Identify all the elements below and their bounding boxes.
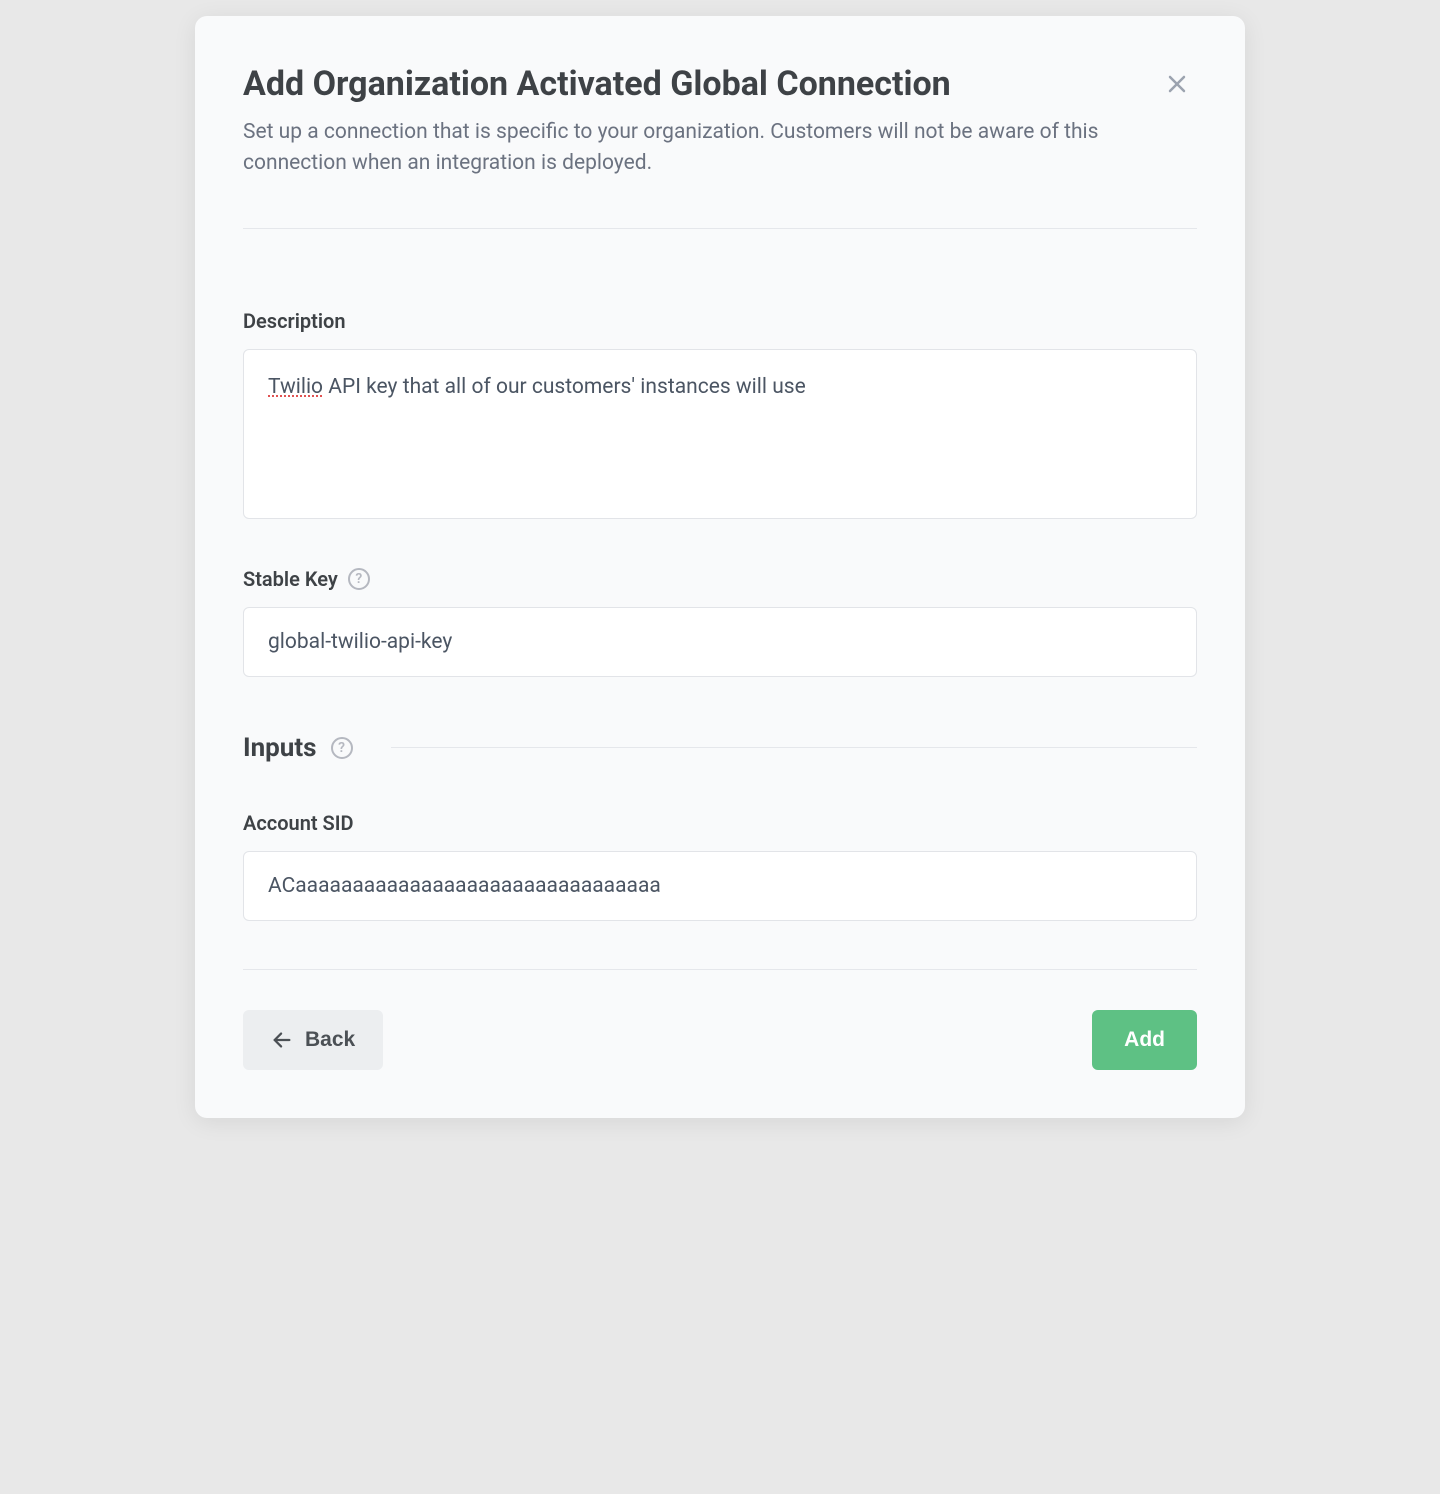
account-sid-label: Account SID: [243, 811, 1197, 835]
stable-key-label: Stable Key ?: [243, 567, 1197, 591]
stable-key-label-text: Stable Key: [243, 567, 338, 591]
modal-title: Add Organization Activated Global Connec…: [243, 64, 1117, 105]
description-spellcheck-word: Twilio: [268, 375, 323, 399]
description-input[interactable]: Twilio API key that all of our customers…: [243, 349, 1197, 519]
section-divider: [391, 747, 1197, 748]
account-sid-input[interactable]: [243, 851, 1197, 921]
back-button-label: Back: [305, 1028, 355, 1052]
close-button[interactable]: [1157, 64, 1197, 104]
header-text: Add Organization Activated Global Connec…: [243, 64, 1157, 180]
help-icon[interactable]: ?: [331, 737, 353, 759]
close-icon: [1165, 72, 1189, 96]
inputs-section-title: Inputs: [243, 733, 317, 763]
help-icon[interactable]: ?: [348, 568, 370, 590]
inputs-section-header: Inputs ?: [243, 733, 1197, 763]
stable-key-field-group: Stable Key ?: [243, 567, 1197, 677]
modal-header: Add Organization Activated Global Connec…: [243, 64, 1197, 229]
arrow-left-icon: [271, 1029, 293, 1051]
add-connection-modal: Add Organization Activated Global Connec…: [195, 16, 1245, 1118]
account-sid-field-group: Account SID: [243, 811, 1197, 921]
modal-footer: Back Add: [243, 969, 1197, 1070]
description-label: Description: [243, 309, 1197, 333]
stable-key-input[interactable]: [243, 607, 1197, 677]
modal-subtitle: Set up a connection that is specific to …: [243, 117, 1117, 180]
description-rest: API key that all of our customers' insta…: [323, 375, 806, 399]
add-button[interactable]: Add: [1092, 1010, 1197, 1070]
back-button[interactable]: Back: [243, 1010, 383, 1070]
description-field-group: Description Twilio API key that all of o…: [243, 309, 1197, 519]
